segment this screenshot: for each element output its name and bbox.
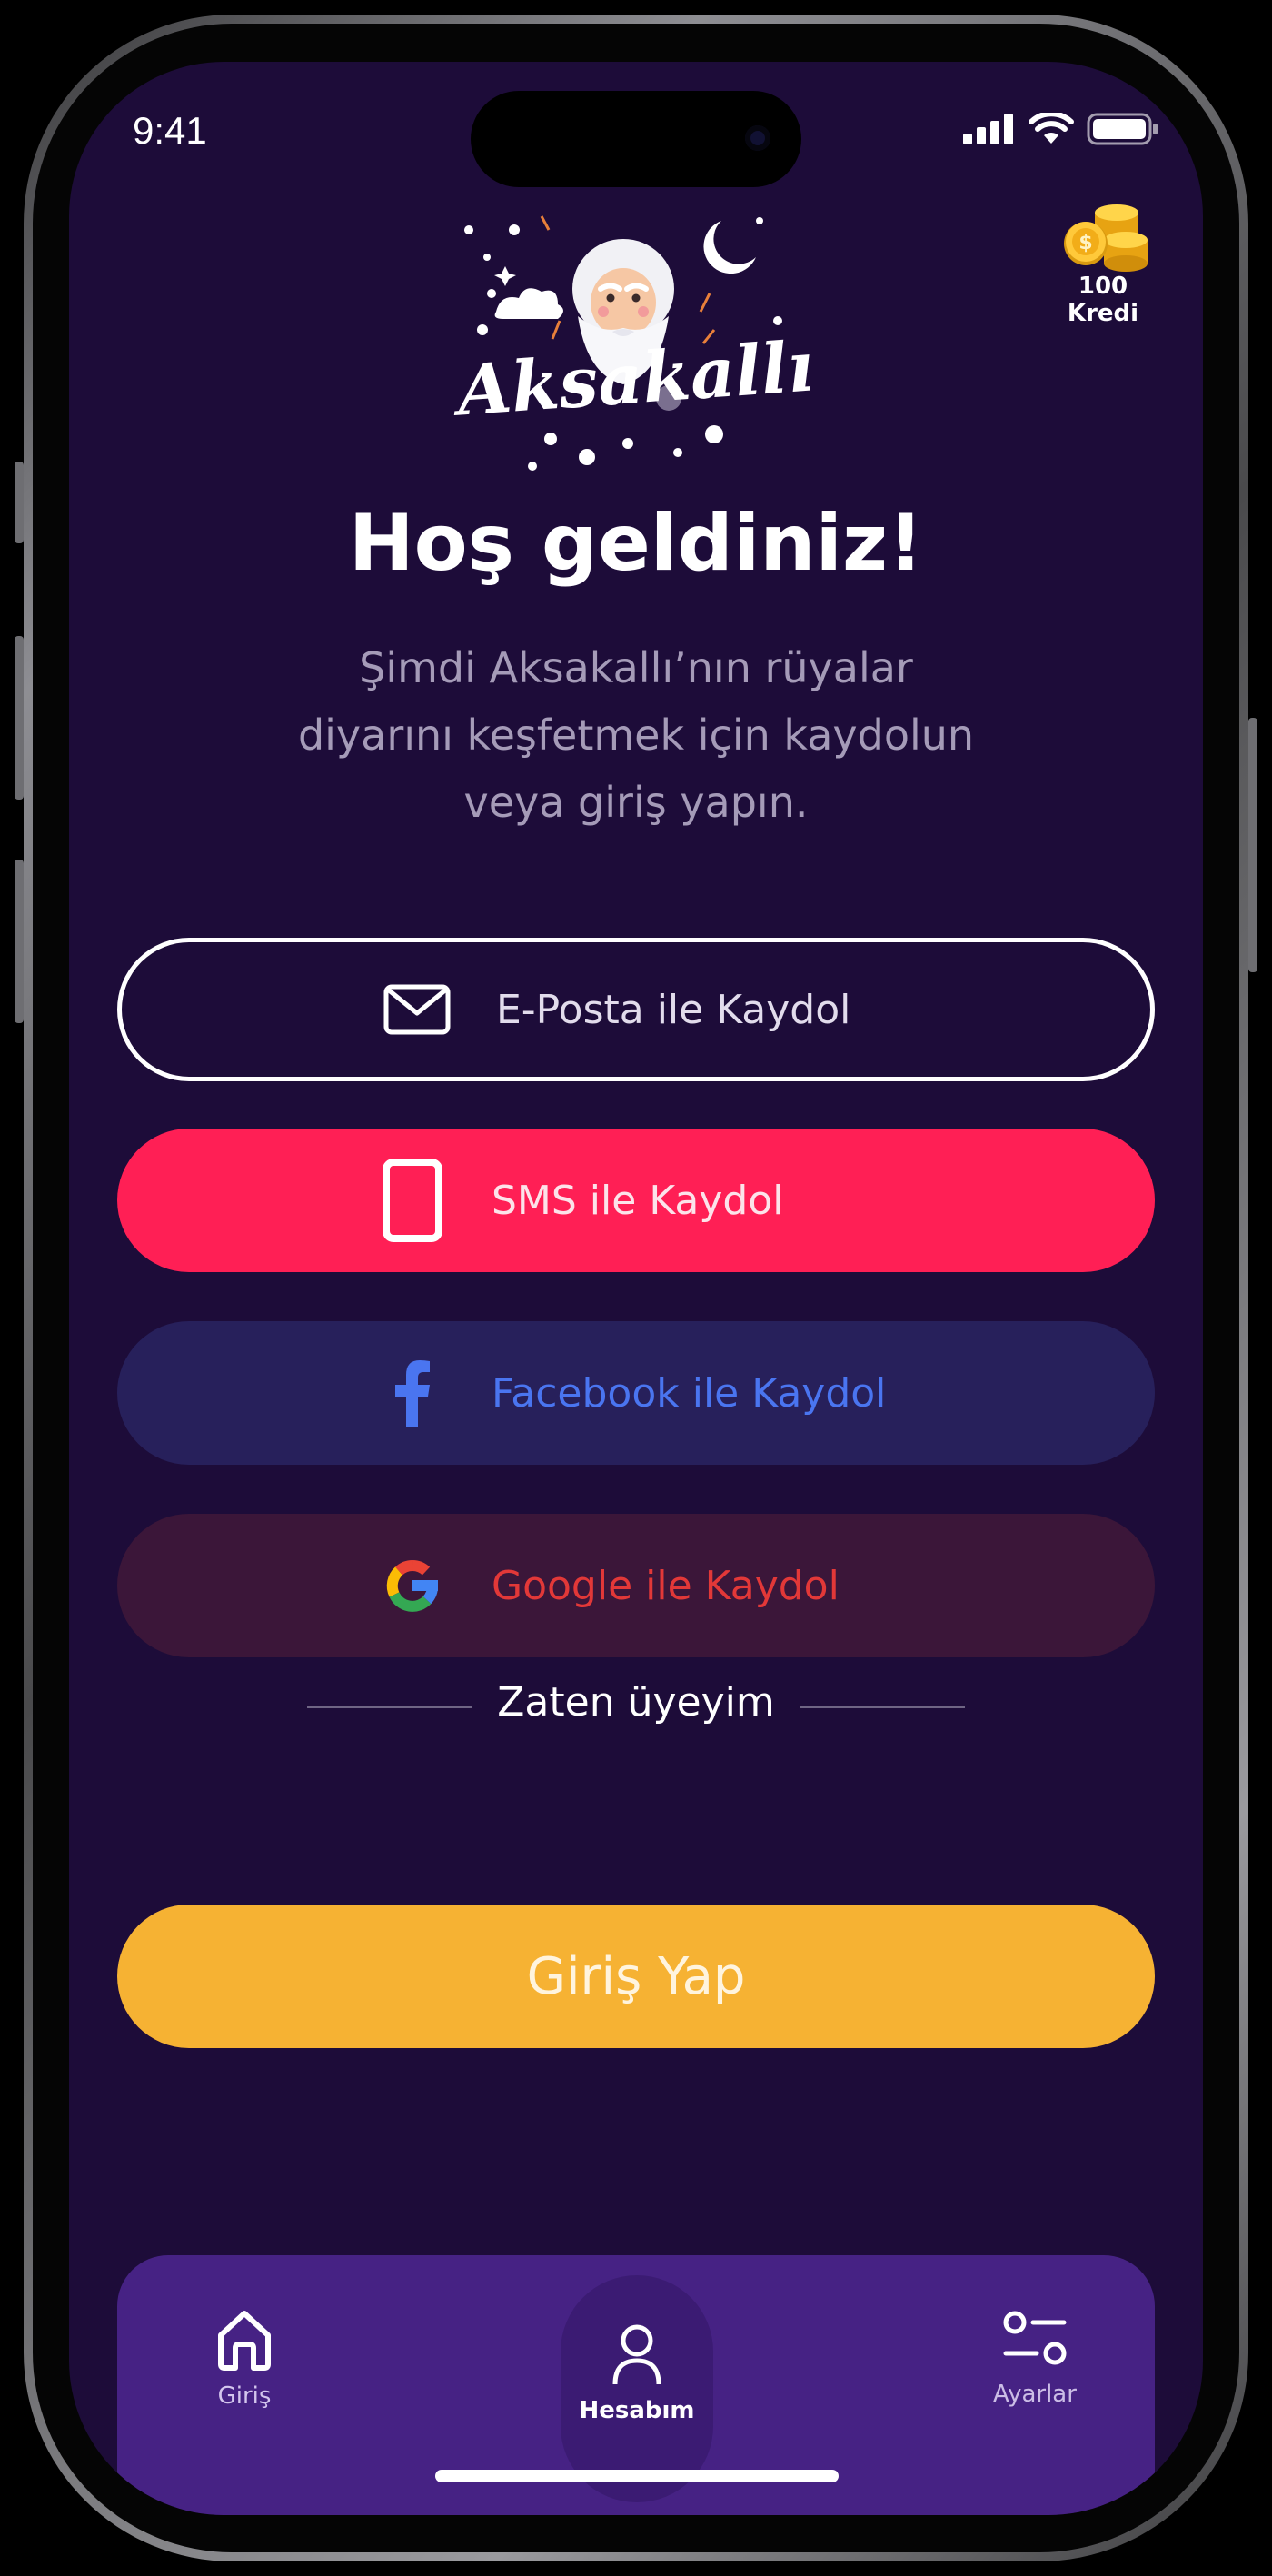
tab-settings-label: Ayarlar <box>993 2381 1077 2408</box>
user-icon <box>612 2324 661 2385</box>
tab-home[interactable]: Giriş <box>172 2308 317 2410</box>
login-button[interactable]: Giriş Yap <box>117 1905 1155 2048</box>
google-signup-button[interactable]: Google ile Kaydol <box>117 1514 1155 1657</box>
power-button <box>1248 718 1257 972</box>
tab-home-label: Giriş <box>217 2382 272 2410</box>
facebook-signup-button[interactable]: Facebook ile Kaydol <box>117 1321 1155 1465</box>
subtitle-line: Şimdi Aksakallı’nın rüyalar <box>359 643 913 692</box>
sms-signup-label: SMS ile Kaydol <box>492 1177 784 1224</box>
aksakalli-logo: Aksakallı <box>451 215 816 471</box>
home-indicator <box>435 2470 839 2482</box>
sliders-icon <box>1003 2311 1067 2365</box>
subtitle-line: diyarını keşfetmek için kaydolun <box>297 711 975 760</box>
subtitle-line: veya giriş yapın. <box>463 778 809 827</box>
email-signup-label: E-Posta ile Kaydol <box>496 986 851 1033</box>
status-time: 9:41 <box>133 109 207 152</box>
signal-icon <box>963 114 1013 144</box>
status-icons <box>963 113 1159 145</box>
tab-account-label: Hesabım <box>579 2397 695 2424</box>
facebook-signup-label: Facebook ile Kaydol <box>492 1369 887 1417</box>
home-icon <box>218 2311 271 2371</box>
logo-wordmark: Aksakallı <box>451 325 816 432</box>
divider-text: Zaten üyeyim <box>497 1679 775 1726</box>
credit-badge[interactable]: $ 100 Kredi <box>1039 200 1167 327</box>
app-screen: 9:41 $ 100 Kredi Aksakallı Hoş geldiniz!… <box>69 62 1203 2515</box>
wifi-icon <box>1029 113 1074 144</box>
divider-line-right <box>800 1706 965 1708</box>
volume-down-button <box>15 860 24 1023</box>
google-signup-label: Google ile Kaydol <box>492 1562 840 1609</box>
tab-account[interactable]: Hesabım <box>561 2322 713 2424</box>
volume-up-button <box>15 636 24 800</box>
coins-icon: $ <box>1064 204 1148 272</box>
email-signup-button[interactable]: E-Posta ile Kaydol <box>117 938 1155 1081</box>
divider: Zaten üyeyim <box>69 1670 1203 1743</box>
google-icon <box>377 1553 448 1618</box>
svg-text:$: $ <box>1078 232 1092 254</box>
tab-settings[interactable]: Ayarlar <box>953 2308 1117 2408</box>
mail-icon <box>382 984 452 1035</box>
welcome-title: Hoş geldiniz! <box>348 498 924 589</box>
credit-label: 100 Kredi <box>1067 273 1139 327</box>
battery-icon <box>1087 113 1158 145</box>
tablet-icon <box>377 1159 448 1242</box>
welcome-subtitle: Şimdi Aksakallı’nın rüyalar diyarını keş… <box>214 634 1058 836</box>
facebook-icon <box>377 1358 448 1427</box>
camera-icon <box>745 125 770 151</box>
action-button <box>15 462 24 543</box>
sms-signup-button[interactable]: SMS ile Kaydol <box>117 1129 1155 1272</box>
